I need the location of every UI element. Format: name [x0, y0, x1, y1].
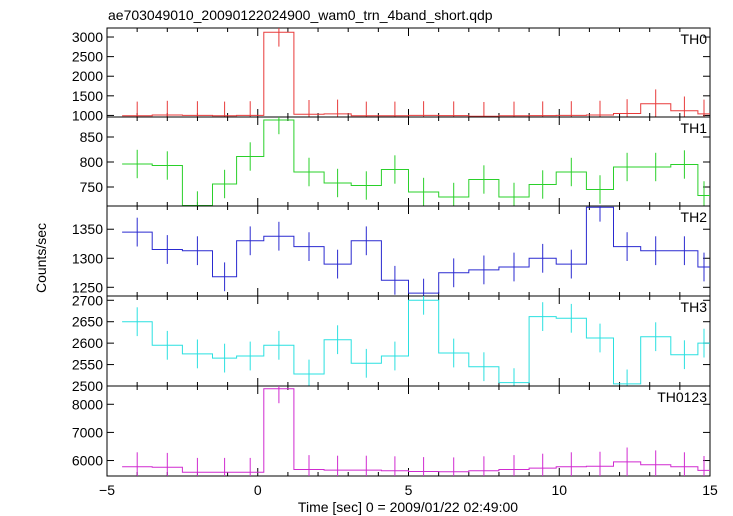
panel-name-label: TH1 — [681, 120, 708, 136]
y-axis-label: Counts/sec — [33, 223, 49, 293]
series-line-th2 — [122, 206, 710, 294]
panel-th0123: 6000 7000 8000 TH0123 — [72, 385, 711, 477]
panel-name-label: TH0 — [681, 31, 708, 47]
y-tick-label: 2700 — [72, 292, 103, 308]
x-axis-label: Time [sec] 0 = 2009/01/22 02:49:00 — [298, 499, 518, 515]
y-tick-label: 8000 — [72, 396, 103, 412]
y-tick-label: 800 — [80, 154, 104, 170]
panel-name-label: TH2 — [681, 209, 708, 225]
series-line-th0123 — [122, 388, 710, 473]
panel-th1: 750 800 850 TH1 — [80, 116, 711, 207]
y-tick-label: 1500 — [72, 88, 103, 104]
y-tick-label: 3000 — [72, 29, 103, 45]
panel-th3: 2500 2550 2600 2650 2700 TH3 — [72, 292, 711, 394]
y-tick-label: 2500 — [72, 49, 103, 65]
y-tick-label: 850 — [80, 129, 104, 145]
y-tick-label: 2600 — [72, 335, 103, 351]
x-tick-label: 10 — [551, 482, 567, 498]
chart-title: ae703049010_20090122024900_wam0_trn_4ban… — [108, 7, 493, 23]
panels-layer: 10001500200025003000 TH0750800850TH112501… — [72, 27, 718, 498]
x-tick-label: 0 — [254, 482, 262, 498]
y-tick-label: 2550 — [72, 357, 103, 373]
panel-th2: 125013001350TH2 — [72, 205, 711, 297]
y-tick-label: 2650 — [72, 314, 103, 330]
y-tick-label: 1350 — [72, 221, 103, 237]
wam-lightcurve-chart: ae703049010_20090122024900_wam0_trn_4ban… — [33, 7, 718, 515]
y-tick-label: 2000 — [72, 68, 103, 84]
series-line-th0 — [122, 31, 710, 117]
x-tick-label: −5 — [99, 482, 115, 498]
series-line-th1 — [122, 119, 710, 206]
panel-th0: 1000 1500 2000 2500 3000 TH0 — [72, 27, 711, 123]
x-tick-label: 5 — [405, 482, 413, 498]
panel-name-label: TH3 — [681, 299, 708, 315]
y-tick-label: 1000 — [72, 107, 103, 123]
y-tick-label: 6000 — [72, 453, 103, 469]
y-tick-label: 750 — [80, 179, 104, 195]
series-line-th3 — [122, 299, 710, 385]
panel-name-label: TH0123 — [657, 389, 707, 405]
x-tick-label: 15 — [702, 482, 718, 498]
y-tick-label: 1300 — [72, 250, 103, 266]
y-tick-label: 7000 — [72, 424, 103, 440]
y-tick-label: 2500 — [72, 378, 103, 394]
